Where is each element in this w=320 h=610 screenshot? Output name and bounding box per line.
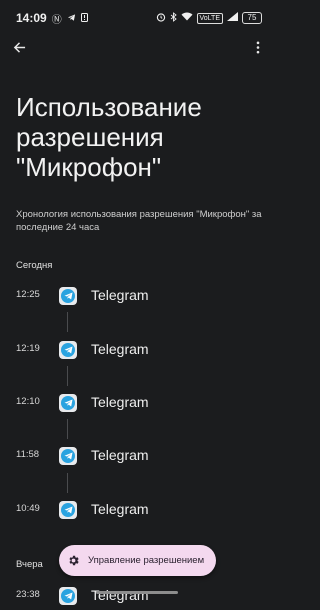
usage-row[interactable]: 12:10 Telegram [0,389,274,417]
usage-row[interactable]: 12:19 Telegram [0,336,274,364]
manage-permission-label: Управление разрешением [88,555,205,566]
alarm-icon [156,12,166,25]
telegram-app-icon [59,587,77,605]
telegram-app-icon [59,501,77,519]
usage-app-name: Telegram [91,587,149,603]
alert-icon [80,11,88,25]
more-options-button[interactable] [248,37,268,57]
usage-app-name: Telegram [91,341,149,357]
status-bar: 14:09 Ⓝ VoLTE 75 [0,0,274,36]
page-description: Хронология использования разрешения "Мик… [16,209,262,233]
volte-indicator: VoLTE [196,12,223,24]
wifi-icon [181,12,193,24]
gesture-nav-handle[interactable] [96,591,178,594]
usage-time: 23:38 [16,589,40,600]
usage-row[interactable]: 12:25 Telegram [0,282,274,310]
usage-time: 12:25 [16,289,40,300]
timeline-connector [67,419,68,439]
usage-app-name: Telegram [91,287,149,303]
timeline-connector [67,366,68,386]
usage-row[interactable]: 23:38 Telegram [0,582,274,610]
telegram-app-icon [59,341,77,359]
timeline-connector [67,473,68,493]
signal-icon [227,12,238,24]
usage-app-name: Telegram [91,447,149,463]
usage-time: 11:58 [16,449,40,460]
usage-time: 10:49 [16,503,40,514]
usage-time: 12:19 [16,343,40,354]
status-time: 14:09 [16,11,47,25]
telegram-app-icon [59,394,77,412]
bluetooth-icon [170,11,177,25]
telegram-notif-icon [67,11,76,25]
usage-app-name: Telegram [91,394,149,410]
arrow-back-icon [13,41,25,53]
page-title: Использование разрешения "Микрофон" [16,92,202,182]
app-bar [0,34,274,62]
section-header-today: Сегодня [16,260,53,271]
usage-row[interactable]: 10:49 Telegram [0,496,274,524]
usage-time: 12:10 [16,396,40,407]
more-vert-icon [256,41,260,53]
section-header-yesterday: Вчера [16,559,43,570]
battery-indicator: 75 [242,12,262,24]
manage-permission-button[interactable]: Управление разрешением [59,545,216,576]
telegram-app-icon [59,287,77,305]
usage-app-name: Telegram [91,501,149,517]
usage-row[interactable]: 11:58 Telegram [0,442,274,470]
back-button[interactable] [9,37,29,57]
settings-gear-icon [69,555,79,566]
nfc-icon: Ⓝ [51,14,62,26]
timeline-connector [67,312,68,332]
telegram-app-icon [59,447,77,465]
